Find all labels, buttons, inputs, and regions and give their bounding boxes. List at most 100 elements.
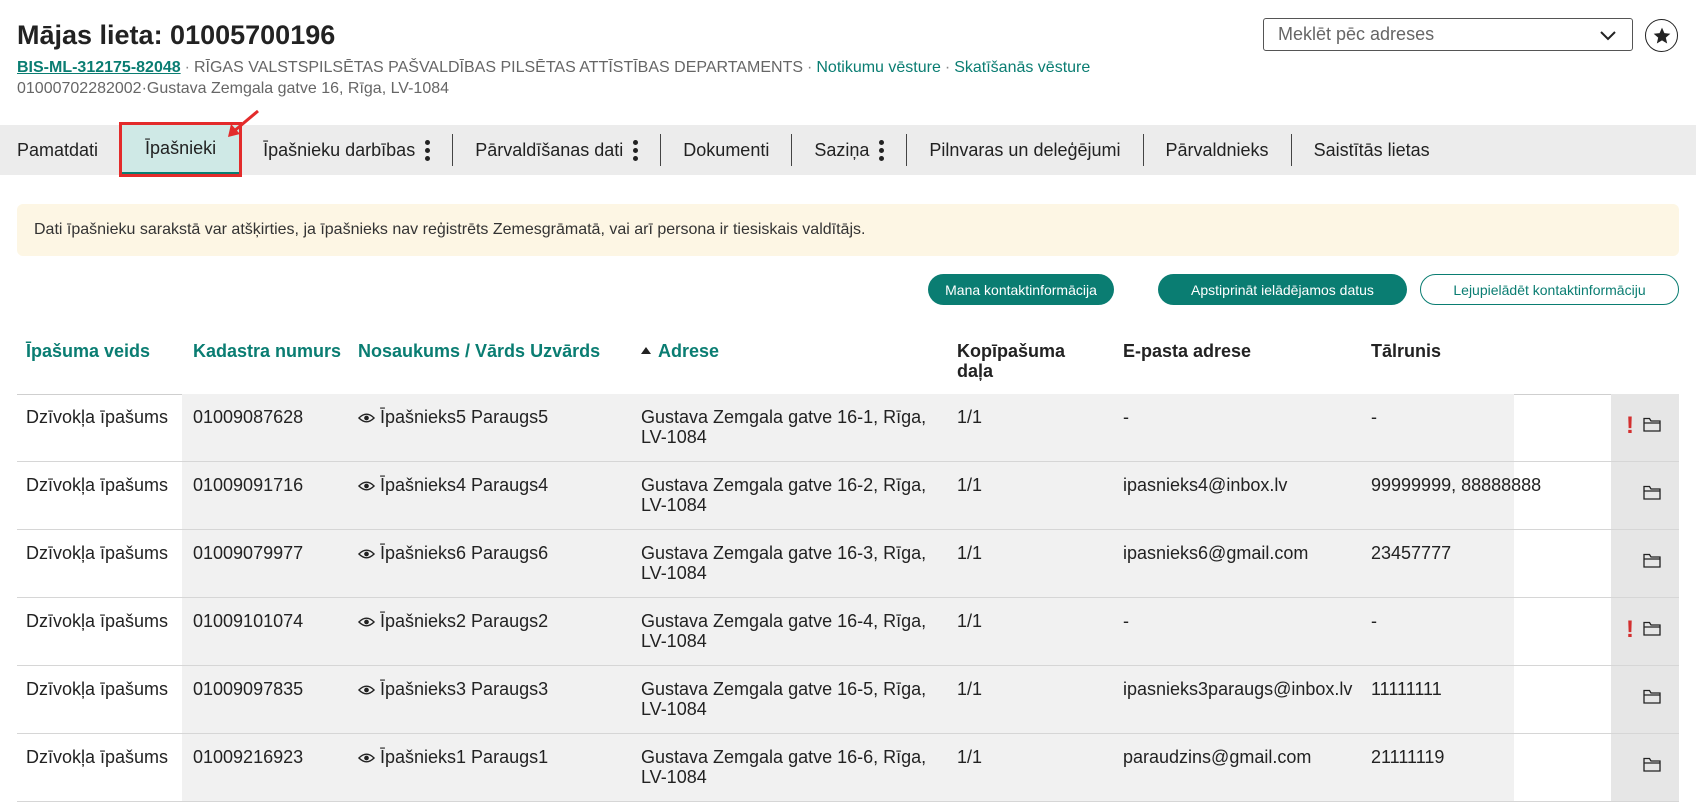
folder-icon[interactable]	[1643, 485, 1661, 500]
cell-name[interactable]: Īpašnieks5 Paraugs5	[358, 407, 548, 427]
cell-email: ipasnieks3paraugs@inbox.lv	[1123, 679, 1353, 699]
tab-basic-data[interactable]: Pamatdati	[0, 125, 120, 175]
cell-phone: -	[1371, 407, 1377, 427]
button-label: Lejupielādēt kontaktinformāciju	[1453, 281, 1646, 298]
download-contact-button[interactable]: Lejupielādēt kontaktinformāciju	[1420, 274, 1679, 305]
tab-label: Pamatdati	[17, 139, 99, 160]
eye-icon[interactable]	[358, 547, 375, 561]
eye-icon[interactable]	[358, 751, 375, 765]
col-type-header[interactable]: Īpašuma veids	[26, 341, 150, 361]
address-line: Gustava Zemgala gatve 16-6, Rīga,	[641, 747, 927, 767]
address-line: Gustava Zemgala gatve 16-1, Rīga,	[641, 407, 927, 427]
tab-label: Saziņa	[814, 139, 870, 160]
folder-icon[interactable]	[1643, 689, 1661, 704]
tab-label: Īpašnieki	[145, 138, 217, 158]
cell-name[interactable]: Īpašnieks6 Paraugs6	[358, 543, 548, 563]
page-title: Mājas lieta: 01005700196	[17, 20, 336, 50]
eye-icon[interactable]	[358, 411, 375, 425]
cell-cadastre: 01009079977	[193, 543, 304, 563]
button-label: Mana kontaktinformācija	[945, 281, 1097, 298]
tab-management-data[interactable]: Pārvaldīšanas dati	[453, 125, 660, 175]
cell-phone: 21111119	[1371, 747, 1445, 767]
case-meta: BIS-ML-312175-82048 · RĪGAS VALSTSPILSĒTAS…	[17, 58, 1417, 78]
cell-address: Gustava Zemgala gatve 16-1, Rīga, LV-1084	[641, 407, 926, 447]
address-line: LV-1084	[641, 563, 707, 583]
more-vert-icon[interactable]	[879, 139, 885, 161]
owner-name: Īpašnieks6 Paraugs6	[380, 543, 549, 563]
folder-icon[interactable]	[1643, 757, 1661, 772]
sort-asc-icon	[641, 347, 651, 354]
cell-address: Gustava Zemgala gatve 16-5, Rīga, LV-1084	[641, 679, 926, 719]
cell-phone: -	[1371, 611, 1377, 631]
col-name-header[interactable]: Nosaukums / Vārds Uzvārds	[358, 341, 600, 361]
events-history-link[interactable]: Notikumu vēsture	[816, 59, 941, 76]
cell-cadastre: 01009101074	[193, 611, 304, 631]
search-placeholder: Meklēt pēc adreses	[1278, 24, 1435, 44]
case-id-link[interactable]: BIS-ML-312175-82048	[17, 59, 181, 76]
address-line: LV-1084	[641, 631, 707, 651]
tab-owners[interactable]: Īpašnieki	[121, 125, 241, 175]
col-cadastre-header[interactable]: Kadastra numurs	[193, 341, 341, 361]
header-label: daļa	[957, 361, 994, 381]
cell-name[interactable]: Īpašnieks1 Paraugs1	[358, 747, 548, 767]
cell-email: -	[1123, 407, 1129, 427]
table-row: Dzīvokļa īpašums 01009087628 Īpašnieks5 …	[17, 394, 1679, 462]
col-share-header: Kopīpašuma daļa	[957, 341, 1065, 381]
confirm-upload-button[interactable]: Apstiprināt ielādējamos datus	[1158, 274, 1407, 305]
cell-cadastre: 01009216923	[193, 747, 304, 767]
eye-icon[interactable]	[358, 615, 375, 629]
cell-cadastre: 01009097835	[193, 679, 304, 699]
eye-icon[interactable]	[358, 683, 375, 697]
cell-cadastre: 01009091716	[193, 475, 304, 495]
folder-icon[interactable]	[1643, 553, 1661, 568]
tab-manager[interactable]: Pārvaldnieks	[1144, 125, 1291, 175]
table-row: Dzīvokļa īpašums 01009097835 Īpašnieks3 …	[17, 666, 1679, 734]
more-vert-icon[interactable]	[425, 139, 431, 161]
col-email-header: E-pasta adrese	[1123, 341, 1252, 361]
col-address-header[interactable]: Adrese	[641, 341, 719, 361]
cell-type: Dzīvokļa īpašums	[26, 475, 169, 495]
chevron-down-icon	[1600, 30, 1616, 40]
owner-name: Īpašnieks1 Paraugs1	[380, 747, 549, 767]
cell-share: 1/1	[957, 679, 983, 699]
my-contact-button[interactable]: Mana kontaktinformācija	[928, 274, 1114, 305]
cell-address: Gustava Zemgala gatve 16-3, Rīga, LV-1084	[641, 543, 926, 583]
cell-email: -	[1123, 611, 1129, 631]
separator: ·	[807, 59, 813, 76]
property-address: Gustava Zemgala gatve 16, Rīga, LV-1084	[146, 80, 450, 97]
folder-icon[interactable]	[1643, 621, 1661, 636]
cell-type: Dzīvokļa īpašums	[26, 747, 169, 767]
favorite-button[interactable]	[1645, 19, 1678, 52]
cell-type: Dzīvokļa īpašums	[26, 407, 169, 427]
views-history-link[interactable]: Skatīšanās vēsture	[954, 59, 1090, 76]
star-icon	[1653, 27, 1670, 43]
more-vert-icon[interactable]	[633, 139, 639, 161]
cell-type: Dzīvokļa īpašums	[26, 611, 169, 631]
cell-name[interactable]: Īpašnieks4 Paraugs4	[358, 475, 548, 495]
eye-icon[interactable]	[358, 479, 375, 493]
cell-phone: 99999999, 88888888	[1371, 475, 1542, 495]
tab-authorizations[interactable]: Pilnvaras un deleģējumi	[907, 125, 1142, 175]
property-meta: 01000702282002·Gustava Zemgala gatve 16,…	[17, 79, 1417, 99]
header-label: Adrese	[658, 341, 720, 361]
tab-label: Pārvaldnieks	[1165, 139, 1269, 160]
case-header: Mājas lieta: 01005700196 BIS-ML-312175-8…	[17, 18, 1417, 99]
table-row: Dzīvokļa īpašums 01009216923 Īpašnieks1 …	[17, 734, 1679, 802]
address-line: Gustava Zemgala gatve 16-5, Rīga,	[641, 679, 927, 699]
cell-share: 1/1	[957, 475, 983, 495]
address-search-select[interactable]: Meklēt pēc adreses	[1263, 18, 1633, 51]
separator: ·	[944, 59, 951, 76]
department-name: RĪGAS VALSTSPILSĒTAS PAŠVALDĪBAS PILSĒTA…	[193, 59, 804, 76]
cell-share: 1/1	[957, 543, 983, 563]
header-label: Kopīpašuma	[957, 341, 1066, 361]
tab-owner-actions[interactable]: Īpašnieku darbības	[241, 125, 452, 175]
address-line: LV-1084	[641, 427, 707, 447]
cell-name[interactable]: Īpašnieks2 Paraugs2	[358, 611, 548, 631]
folder-icon[interactable]	[1643, 417, 1661, 432]
cell-address: Gustava Zemgala gatve 16-2, Rīga, LV-1084	[641, 475, 926, 515]
address-line: LV-1084	[641, 767, 707, 787]
tab-documents[interactable]: Dokumenti	[661, 125, 791, 175]
tab-related-cases[interactable]: Saistītās lietas	[1292, 125, 1452, 175]
tab-communication[interactable]: Saziņa	[792, 125, 906, 175]
cell-name[interactable]: Īpašnieks3 Paraugs3	[358, 679, 548, 699]
